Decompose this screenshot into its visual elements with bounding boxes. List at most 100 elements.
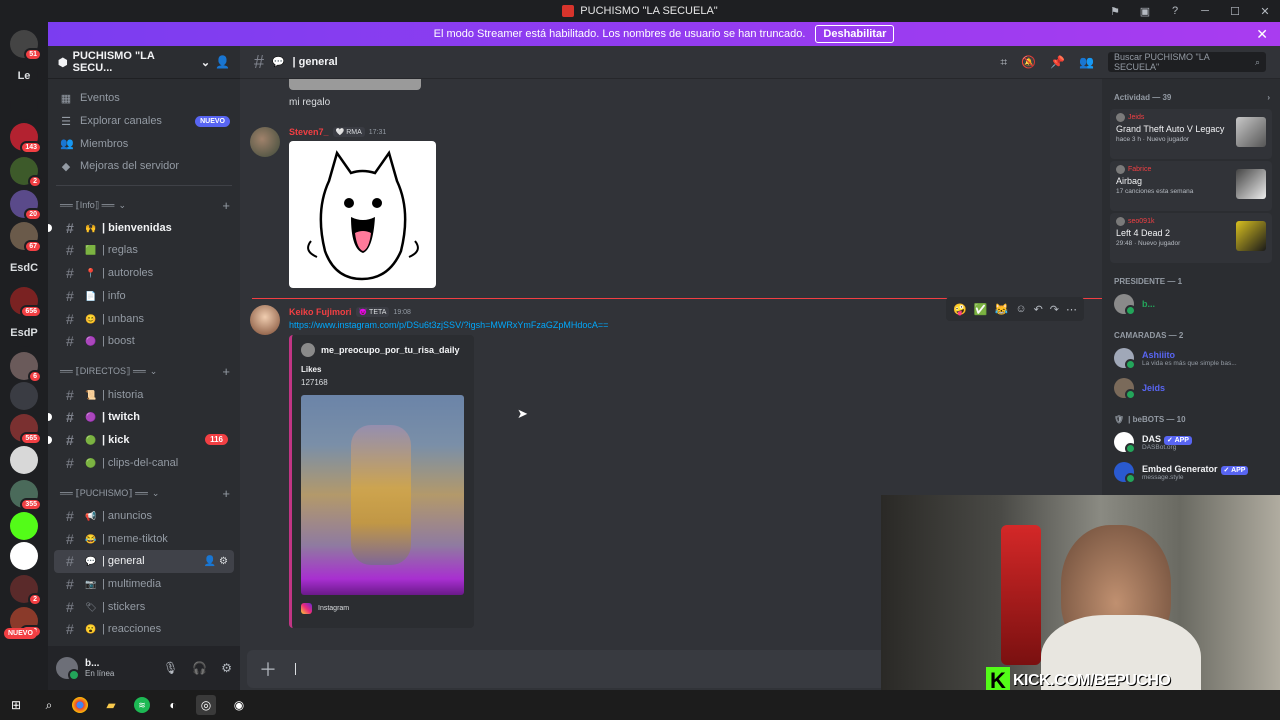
server-icon-16[interactable] [10,542,38,570]
search-input[interactable]: Buscar PUCHISMO "LA SECUELA" ⌕ [1108,52,1266,72]
member-item[interactable]: Embed Generator ✓ APP message.style [1102,457,1280,487]
invite-people-icon[interactable]: 👤 [215,55,230,69]
channel-settings-icon[interactable]: 👤 ⚙ [204,556,228,567]
server-icon-11[interactable] [10,382,38,410]
minimize-button[interactable]: ─ [1190,5,1220,17]
channel-reacciones[interactable]: # 😮 | reacciones [54,618,234,641]
server-icon-2[interactable] [10,92,38,120]
member-item[interactable]: Ashiiito La vida es más que simple bas... [1102,343,1280,373]
category-header[interactable]: ══ ⟦Info⟧ ══ ⌄ + [48,194,240,217]
help-icon[interactable]: ? [1160,5,1190,17]
server-icon-17[interactable]: 2 [10,575,42,606]
disable-streamer-button[interactable]: Deshabilitar [815,25,895,43]
close-window-button[interactable]: ✕ [1250,5,1280,18]
channel-autoroles[interactable]: # 📍 | autoroles [54,262,234,285]
flag-icon[interactable]: ⚑ [1100,5,1130,18]
headphones-icon[interactable]: 🎧 [192,661,207,675]
channel-unbans[interactable]: # 😊 | unbans [54,307,234,330]
server-icon-6[interactable]: 67 [10,222,42,253]
attach-plus-icon[interactable]: ＋ [259,656,277,682]
steam-icon[interactable]: ◐ [163,695,183,715]
create-channel-icon[interactable]: + [222,364,230,379]
server-icon-5[interactable]: 20 [10,190,42,221]
channel-clips-del-canal[interactable]: # 🟢 | clips-del-canal [54,451,234,474]
nav-server-boosts[interactable]: ◆ Mejoras del servidor [48,155,240,178]
nav-members[interactable]: 👥 Miembros [48,132,240,155]
more-options-icon[interactable]: ⋯ [1066,303,1077,316]
windows-start-icon[interactable]: ⊞ [6,695,26,715]
channel-general[interactable]: # 💬 | general 👤 ⚙ [54,550,234,573]
server-icon-0[interactable]: 51 [10,30,42,61]
reaction-face-icon[interactable]: 😹 [995,303,1009,316]
embed-video-thumbnail[interactable] [301,395,464,595]
channel-anuncios[interactable]: # 📢 | anuncios [54,505,234,528]
inbox-icon[interactable]: ▣ [1130,5,1160,18]
channel-multimedia[interactable]: # 📷 | multimedia [54,573,234,596]
close-banner-icon[interactable]: ✕ [1256,26,1268,43]
server-icon-9[interactable]: EsdP [10,319,38,347]
server-header[interactable]: ⬢ PUCHISMO "LA SECU... ⌄ 👤 [48,46,240,79]
activity-card[interactable]: seo091k Left 4 Dead 2 29:48 · Nuevo jugado… [1110,213,1272,263]
add-reaction-icon[interactable]: ☺ [1015,303,1026,315]
file-explorer-icon[interactable]: ▰ [101,695,121,715]
prev-image-attachment[interactable] [289,79,421,90]
server-icon-1[interactable]: Le [10,62,38,90]
microphone-icon[interactable]: 🎙 [163,661,178,675]
avatar[interactable] [250,305,280,335]
server-icon-13[interactable] [10,446,38,474]
discord-icon[interactable]: ◎ [196,695,216,715]
reply-icon[interactable]: ↶ [1034,303,1043,316]
forward-icon[interactable]: ↷ [1050,303,1059,316]
avatar[interactable] [56,657,80,681]
member-list-icon[interactable]: 👥 [1079,55,1094,69]
message-author[interactable]: Keiko Fujimori [289,307,352,317]
server-icon-15[interactable] [10,512,38,540]
nav-browse-channels[interactable]: ☰ Explorar canales NUEVO [48,110,240,133]
reaction-emoji-icon[interactable]: 🤪 [953,303,967,316]
chrome-icon[interactable] [72,697,88,713]
mute-bell-icon[interactable]: 🔕 [1021,55,1036,69]
member-item[interactable]: Jeids [1102,373,1280,403]
member-item[interactable]: DAS ✓ APP DASBot.org [1102,427,1280,457]
server-icon-14[interactable]: 355 [10,480,42,511]
channel-boost[interactable]: # 🟣 | boost [54,330,234,353]
server-icon-4[interactable]: 2 [10,157,42,188]
category-header[interactable]: ══ ⟦PUCHISMO⟧ ══ ⌄ + [48,482,240,505]
channel-meme-tiktok[interactable]: # 😂 | meme-tiktok [54,527,234,550]
server-icon-10[interactable]: 6 [10,352,42,383]
pin-icon[interactable]: 📌 [1050,55,1065,69]
channel-name: | stickers [102,600,146,613]
embed-author[interactable]: me_preocupo_por_tu_risa_daily [321,345,460,355]
activity-card[interactable]: Fabrice Airbag 17 canciones esta semana [1110,161,1272,211]
channel-stickers[interactable]: # 🏷 | stickers [54,595,234,618]
threads-icon[interactable]: ⌗ [1000,55,1007,70]
nav-events[interactable]: ▦ Eventos [48,87,240,110]
channel-kick[interactable]: # 🟢 | kick 116 [48,429,234,452]
activity-card[interactable]: Jeids Grand Theft Auto V Legacy hace 3 h ·… [1110,109,1272,159]
microphone-object [1001,525,1041,665]
channel-bienvenidas[interactable]: # 🙌 | bienvenidas [48,216,234,239]
category-header[interactable]: ══ ⟦DIRECTOS⟧ ══ ⌄ + [48,361,240,384]
search-icon[interactable]: ⌕ [39,695,59,715]
member-item[interactable]: b... [1102,289,1280,319]
server-icon-7[interactable]: EsdC [10,254,38,282]
server-icon-8[interactable]: 656 [10,287,42,318]
activity-header[interactable]: Actividad — 39 › [1102,89,1280,105]
channel-historia[interactable]: # 📜 | historia [54,383,234,406]
cat-sticker-image[interactable] [289,141,436,288]
obs-icon[interactable]: ◉ [229,695,249,715]
server-icon-3[interactable]: 143 [10,123,42,154]
spotify-icon[interactable]: ≋ [134,697,150,713]
maximize-button[interactable]: ☐ [1220,5,1250,18]
message-link[interactable]: https://www.instagram.com/p/DSu6t3zjSSV/… [289,320,608,330]
avatar[interactable] [250,127,280,157]
reaction-check-icon[interactable]: ✅ [974,303,988,316]
create-channel-icon[interactable]: + [222,486,230,501]
channel-twitch[interactable]: # 🟣 | twitch [48,406,234,429]
settings-gear-icon[interactable]: ⚙ [221,661,232,675]
channel-reglas[interactable]: # 🟩 | reglas [54,239,234,262]
channel-info[interactable]: # 📄 | info [54,285,234,308]
server-icon-12[interactable]: 565 [10,414,42,445]
message-author[interactable]: Steven7_ [289,127,329,137]
create-channel-icon[interactable]: + [222,198,230,213]
